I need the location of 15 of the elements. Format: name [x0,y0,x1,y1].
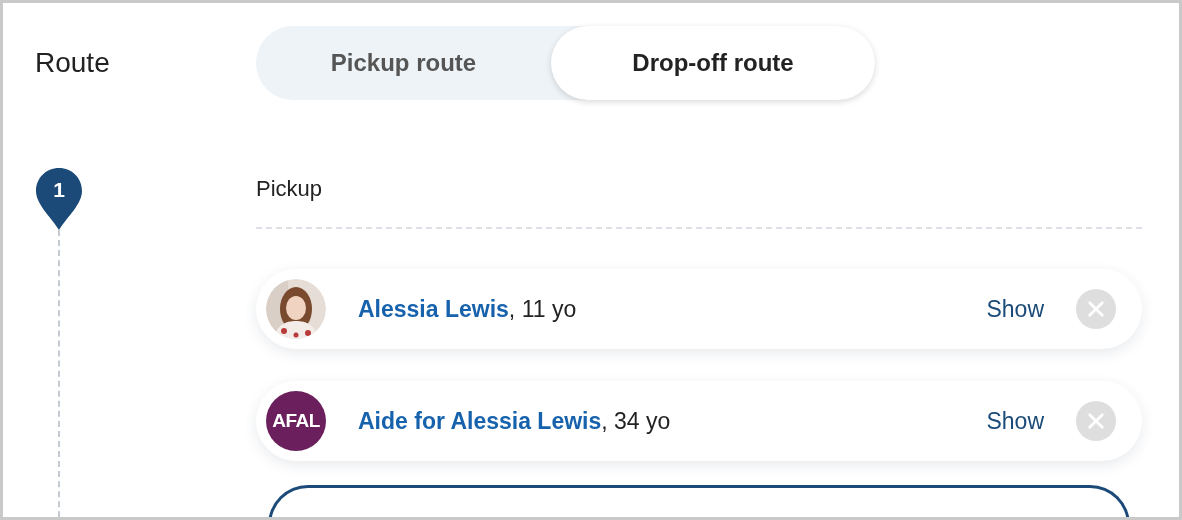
map-pin-icon [36,168,82,230]
remove-button[interactable] [1076,401,1116,441]
route-tab[interactable]: Pickup route [256,26,551,100]
show-link[interactable]: Show [986,407,1044,435]
remove-button[interactable] [1076,289,1116,329]
initials-avatar: AFAL [266,391,326,451]
passenger-name: Aide for Alessia Lewis, 34 yo [358,407,672,435]
passenger-name: Alessia Lewis, 11 yo [358,295,578,323]
stop-title: Pickup [256,176,324,200]
close-icon [1087,412,1105,430]
close-icon [1087,300,1105,318]
stop-number: 1 [52,178,66,202]
route-tab[interactable]: Drop-off route [551,26,875,100]
show-link[interactable]: Show [986,295,1044,323]
section-label: Route [35,47,110,78]
